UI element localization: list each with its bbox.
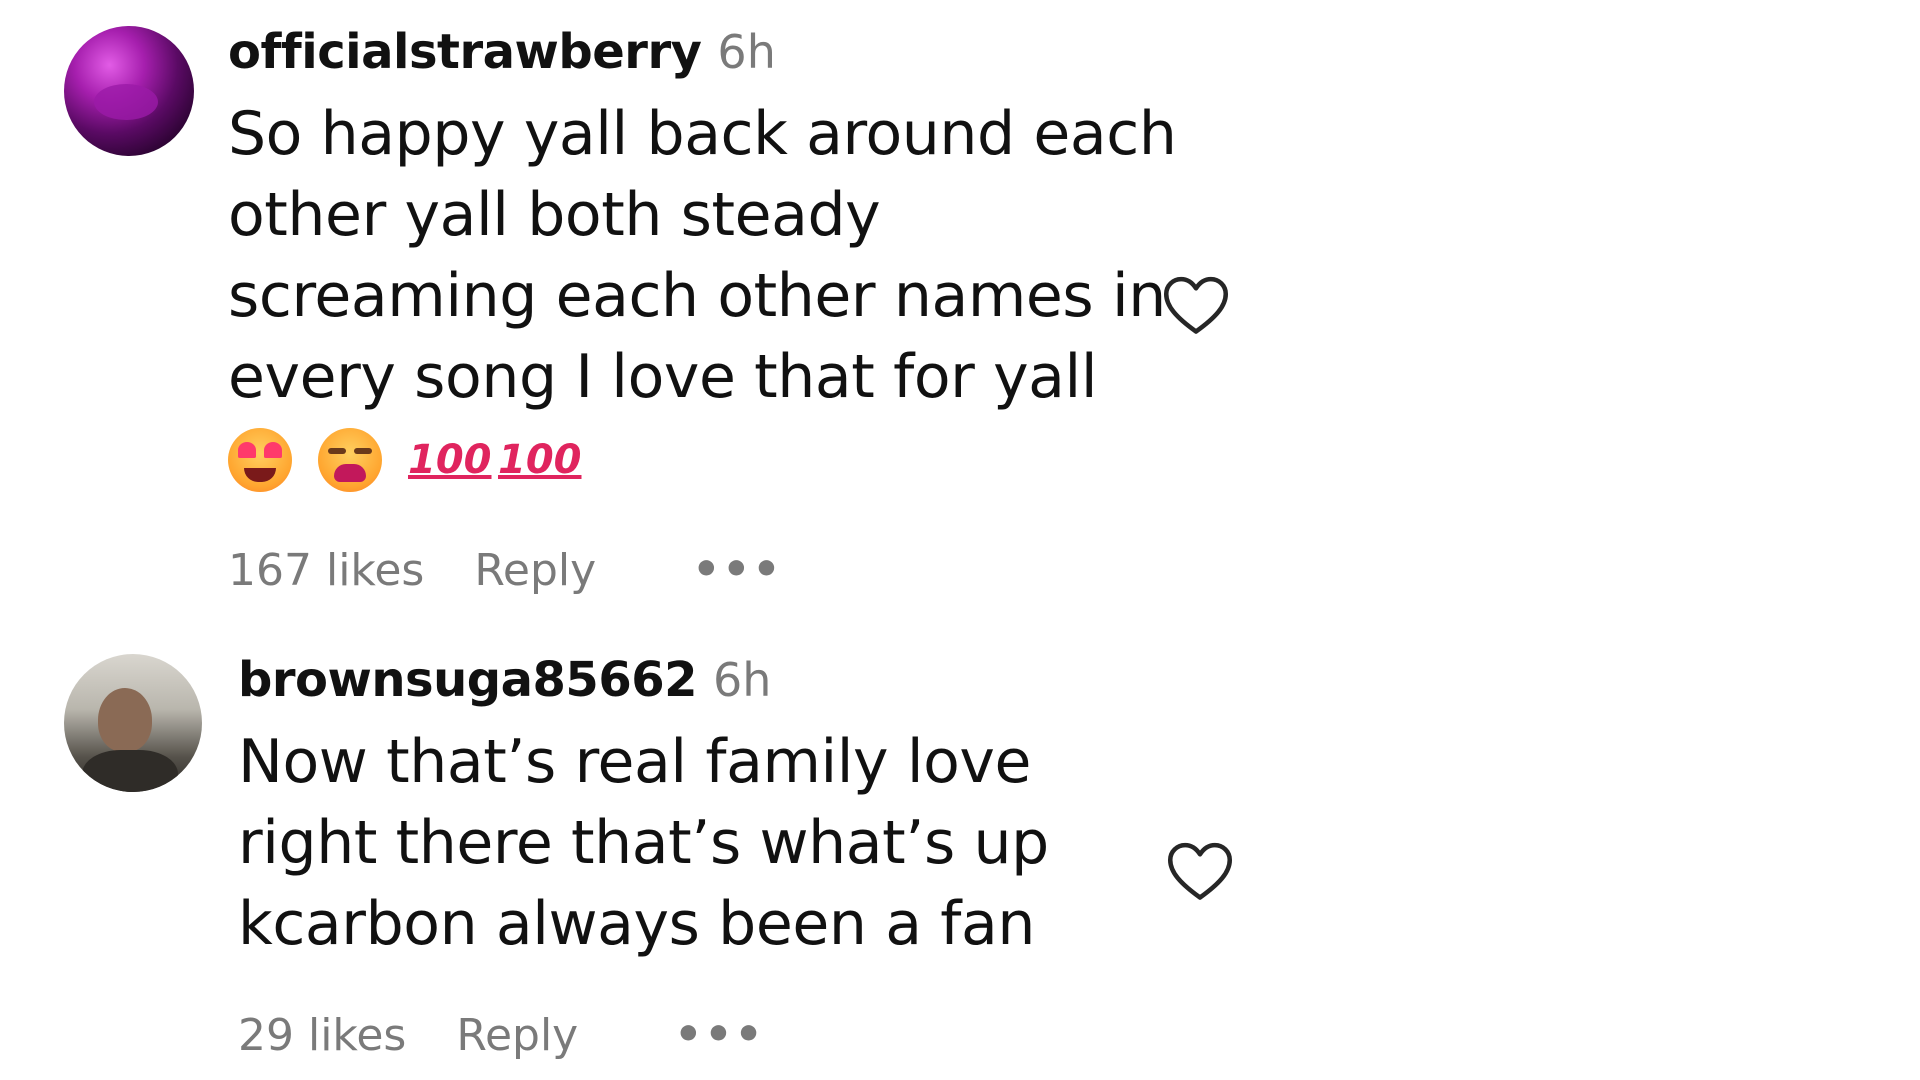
avatar-image-detail <box>98 688 152 752</box>
comment-text-line: kcarbon always been a fan <box>238 889 1035 959</box>
comment-text-line: Now that’s real family love <box>238 727 1032 797</box>
reply-button[interactable]: Reply <box>474 545 596 596</box>
avatar[interactable] <box>64 654 202 792</box>
username[interactable]: brownsuga85662 <box>238 652 698 708</box>
like-button[interactable] <box>1166 840 1234 904</box>
avatar-image-detail <box>82 750 178 792</box>
like-button[interactable] <box>1162 274 1230 338</box>
comment-text: Now that’s real family love right there … <box>238 722 1188 965</box>
weary-face-emoji-icon <box>318 428 382 492</box>
comment-text-line: screaming each other names in <box>228 261 1166 331</box>
avatar[interactable] <box>64 26 194 156</box>
likes-count[interactable]: 29 likes <box>238 1010 406 1061</box>
more-options-icon[interactable]: ••• <box>674 1013 764 1057</box>
comment-text-line: every song I love that for yall <box>228 342 1098 412</box>
timestamp[interactable]: 6h <box>717 25 775 79</box>
likes-count[interactable]: 167 likes <box>228 545 424 596</box>
comment-meta: 29 likes Reply ••• <box>238 1005 1188 1065</box>
reply-button[interactable]: Reply <box>456 1010 578 1061</box>
hundred-points-emoji-icon: 100 <box>498 437 582 483</box>
emoji-row: 100 100 <box>228 420 1178 500</box>
heart-outline-icon <box>1163 276 1229 334</box>
more-options-icon[interactable]: ••• <box>692 548 782 592</box>
comment-text-line: So happy yall back around each <box>228 99 1177 169</box>
comment-body: brownsuga85662 6h Now that’s real family… <box>238 652 1188 1065</box>
comment-text-line: other yall both steady <box>228 180 881 250</box>
smiling-face-with-heart-eyes-emoji-icon <box>228 428 292 492</box>
comment-meta: 167 likes Reply ••• <box>228 540 1178 600</box>
comment-body: officialstrawberry 6h So happy yall back… <box>228 24 1178 600</box>
hundred-points-emoji-icon: 100 <box>408 437 492 483</box>
comment-header: officialstrawberry 6h <box>228 24 1178 94</box>
heart-outline-icon <box>1167 842 1233 900</box>
comment-text-line: right there that’s what’s up <box>238 808 1049 878</box>
username[interactable]: officialstrawberry <box>228 24 702 80</box>
timestamp[interactable]: 6h <box>713 653 771 707</box>
comment-text: So happy yall back around each other yal… <box>228 94 1178 418</box>
comment-header: brownsuga85662 6h <box>238 652 1188 722</box>
avatar-image-detail <box>94 84 158 120</box>
